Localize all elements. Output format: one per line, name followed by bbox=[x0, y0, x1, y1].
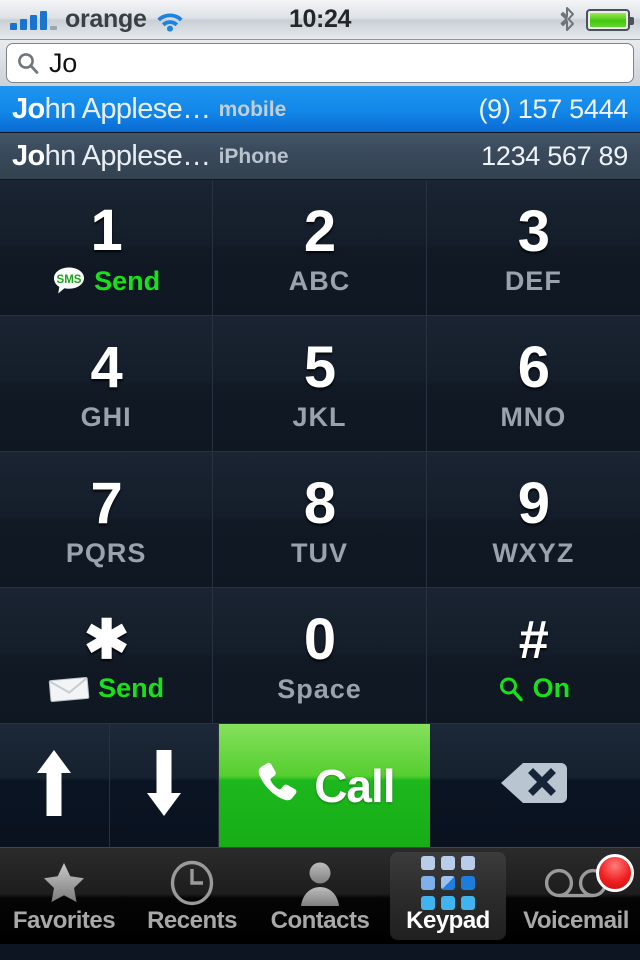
keypad-key-6[interactable]: 6 MNO bbox=[426, 316, 640, 452]
tab-label: Keypad bbox=[406, 907, 490, 934]
tab-bar: Favorites Recents Contacts Keypad Voicem… bbox=[0, 847, 640, 944]
scroll-down-button[interactable] bbox=[109, 724, 220, 847]
tab-keypad[interactable]: Keypad bbox=[384, 848, 512, 944]
key-sublabel: Send bbox=[94, 265, 161, 296]
search-icon-green bbox=[497, 675, 525, 703]
keypad-key-9[interactable]: 9 WXYZ bbox=[426, 452, 640, 588]
contact-name-rest: hn Applese… bbox=[44, 92, 212, 125]
key-digit: 1 bbox=[90, 197, 123, 263]
keypad-key-4[interactable]: 4 GHI bbox=[0, 316, 214, 452]
keypad-key-0[interactable]: 0 Space bbox=[213, 588, 427, 724]
key-sublabel: WXYZ bbox=[492, 537, 575, 568]
tab-label: Favorites bbox=[12, 907, 116, 934]
envelope-icon bbox=[48, 675, 90, 703]
keypad-key-1[interactable]: 1 SMS Send bbox=[0, 180, 214, 316]
key-digit: 2 bbox=[303, 199, 336, 265]
tab-label: Voicemail bbox=[523, 907, 629, 934]
bluetooth-icon bbox=[560, 6, 576, 33]
contact-name-match: Jo bbox=[12, 92, 45, 125]
key-sublabel: Space bbox=[277, 673, 362, 704]
battery-icon bbox=[586, 8, 634, 31]
status-bar: orange 10:24 bbox=[0, 0, 640, 40]
tab-favorites[interactable]: Favorites bbox=[0, 848, 128, 944]
key-sublabel: Send bbox=[98, 673, 165, 703]
key-digit: 0 bbox=[303, 607, 336, 673]
star-icon bbox=[41, 859, 87, 907]
keypad-key-8[interactable]: 8 TUV bbox=[213, 452, 427, 588]
contact-name: John Applese… bbox=[12, 92, 212, 125]
key-sublabel: GHI bbox=[80, 401, 132, 432]
keypad-key-star[interactable]: ✱ Send bbox=[0, 588, 214, 724]
search-bar: Jo bbox=[0, 40, 640, 86]
sms-bubble-icon: SMS bbox=[52, 266, 86, 296]
backspace-button[interactable] bbox=[429, 724, 640, 847]
key-sublabel-row: SMS Send bbox=[52, 266, 160, 296]
keypad-key-3[interactable]: 3 DEF bbox=[426, 180, 640, 316]
key-digit: 7 bbox=[90, 471, 123, 537]
search-icon bbox=[17, 52, 39, 74]
call-button-label: Call bbox=[314, 759, 395, 812]
contact-name-rest: hn Applese… bbox=[44, 139, 212, 172]
svg-text:SMS: SMS bbox=[57, 274, 82, 286]
key-digit: ✱ bbox=[84, 609, 129, 670]
key-digit: 5 bbox=[303, 335, 336, 401]
tab-label: Contacts bbox=[270, 907, 370, 934]
contact-phone-number: 1234 567 89 bbox=[481, 140, 628, 171]
status-bar-clock: 10:24 bbox=[289, 5, 351, 33]
keypad-key-7[interactable]: 7 PQRS bbox=[0, 452, 214, 588]
key-sublabel-row: On bbox=[497, 673, 571, 703]
tab-voicemail[interactable]: Voicemail bbox=[512, 848, 640, 944]
phone-app-screen: orange 10:24 Jo John Applese… mobile (9)… bbox=[0, 0, 640, 960]
tab-label: Recents bbox=[147, 907, 237, 934]
keypad-dots-icon bbox=[421, 856, 475, 910]
key-digit: 9 bbox=[517, 471, 550, 537]
contact-phone-label: iPhone bbox=[218, 144, 289, 168]
contact-name: John Applese… bbox=[12, 139, 212, 172]
clock-icon bbox=[169, 859, 215, 907]
key-digit: 4 bbox=[90, 335, 123, 401]
keypad-grid: 1 SMS Send 2 ABC 3 DEF 4 GHI 5 JKL 6 MNO… bbox=[0, 180, 640, 724]
key-digit: # bbox=[518, 609, 549, 670]
search-results-list: John Applese… mobile (9) 157 5444 John A… bbox=[0, 86, 640, 180]
status-bar-right bbox=[560, 6, 634, 33]
call-button[interactable]: Call bbox=[219, 724, 430, 847]
key-sublabel-row: Send bbox=[48, 675, 164, 703]
key-digit: 3 bbox=[517, 199, 550, 265]
action-row: Call bbox=[0, 724, 640, 847]
status-badge bbox=[596, 854, 634, 892]
key-sublabel: On bbox=[532, 673, 571, 703]
key-sublabel: PQRS bbox=[65, 537, 147, 568]
arrow-up-icon bbox=[34, 747, 74, 824]
keypad-key-5[interactable]: 5 JKL bbox=[213, 316, 427, 452]
keypad-key-2[interactable]: 2 ABC bbox=[213, 180, 427, 316]
scroll-up-button[interactable] bbox=[0, 724, 110, 847]
contact-name-match: Jo bbox=[12, 139, 45, 172]
contact-phone-label: mobile bbox=[218, 97, 287, 121]
tab-contacts[interactable]: Contacts bbox=[256, 848, 384, 944]
key-digit: 8 bbox=[303, 471, 336, 537]
key-sublabel: TUV bbox=[290, 537, 348, 568]
search-value: Jo bbox=[49, 47, 78, 78]
phone-handset-icon bbox=[254, 760, 300, 811]
key-sublabel: JKL bbox=[292, 401, 347, 432]
list-item[interactable]: John Applese… mobile (9) 157 5444 bbox=[0, 86, 640, 133]
list-item[interactable]: John Applese… iPhone 1234 567 89 bbox=[0, 133, 640, 180]
key-sublabel: MNO bbox=[500, 401, 567, 432]
backspace-icon bbox=[499, 759, 571, 812]
key-sublabel: ABC bbox=[288, 265, 351, 296]
search-input[interactable]: Jo bbox=[6, 43, 634, 83]
person-icon bbox=[297, 859, 343, 907]
contact-phone-number: (9) 157 5444 bbox=[478, 93, 628, 124]
tab-recents[interactable]: Recents bbox=[128, 848, 256, 944]
arrow-down-icon bbox=[144, 747, 184, 824]
key-sublabel: DEF bbox=[504, 265, 562, 296]
keypad-key-hash[interactable]: # On bbox=[426, 588, 640, 724]
key-digit: 6 bbox=[517, 335, 550, 401]
